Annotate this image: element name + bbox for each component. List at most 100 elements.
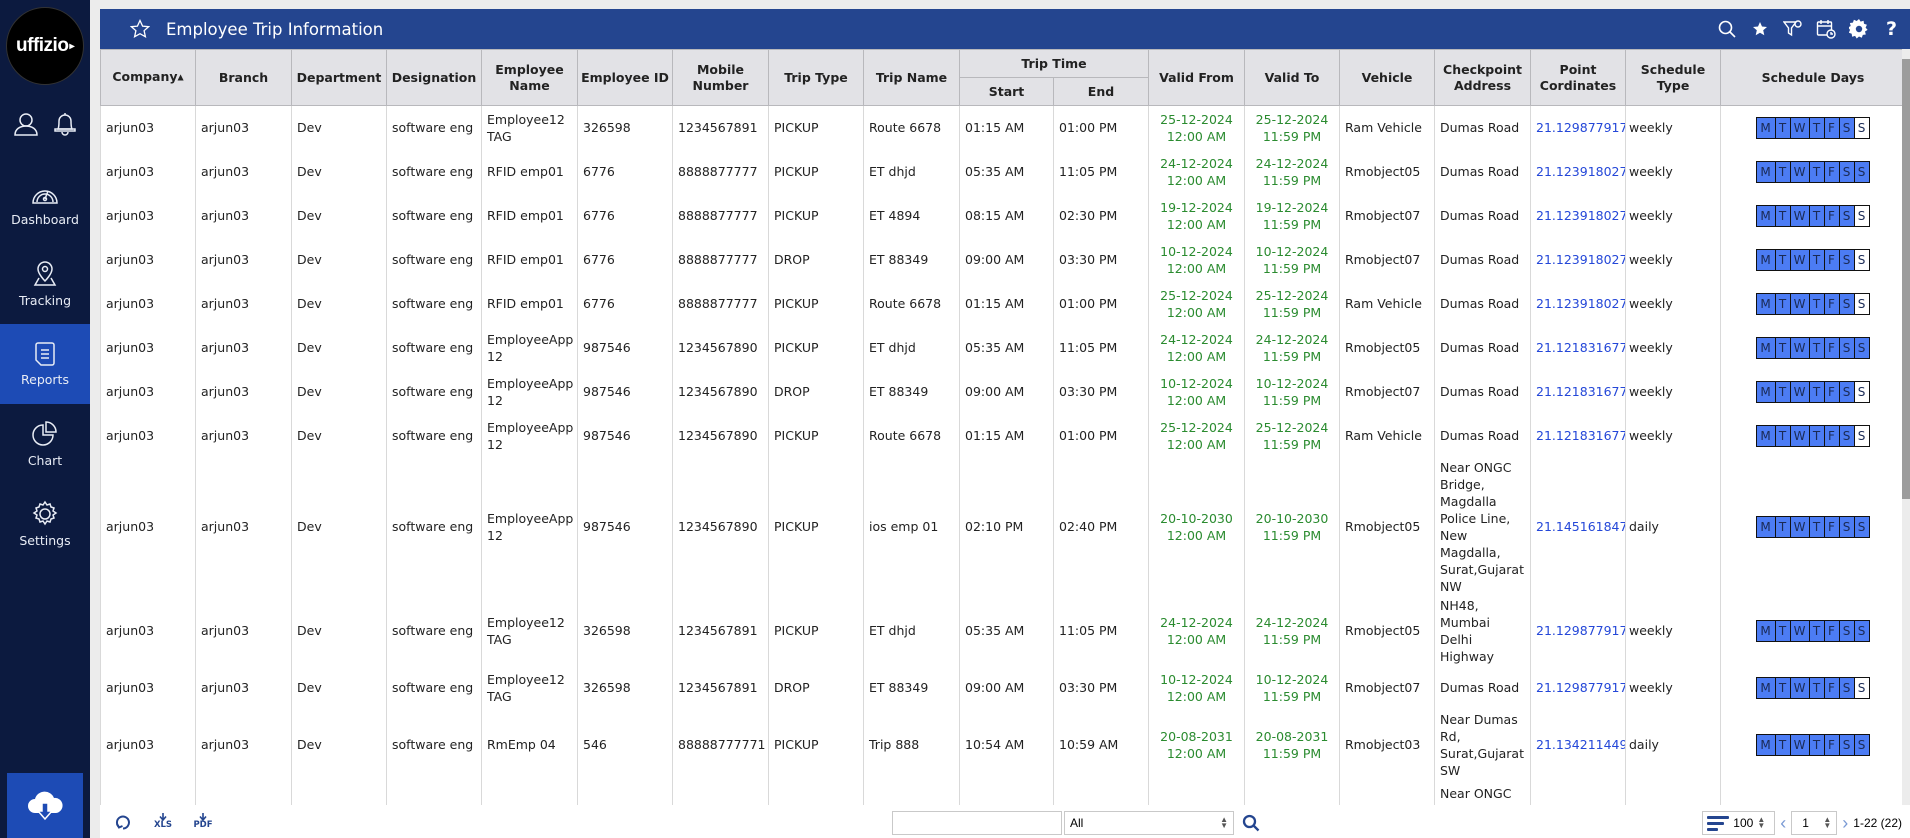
column-header-schedule-type[interactable]: Schedule Type <box>1625 49 1721 106</box>
table-row[interactable]: arjun03 arjun03 Dev software eng EmployeeApp… <box>100 325 1902 370</box>
column-header-branch[interactable]: Branch <box>195 49 292 106</box>
day-box: M <box>1755 248 1776 271</box>
day-box: T <box>1808 733 1825 756</box>
footer-search-input[interactable] <box>892 811 1062 835</box>
refresh-button[interactable] <box>112 814 134 830</box>
column-header-point-coordinates[interactable]: Point Cordinates <box>1530 49 1626 106</box>
cell-point-coordinates-link[interactable] <box>1530 779 1626 805</box>
column-header-trip-name[interactable]: Trip Name <box>863 49 960 106</box>
scrollbar-thumb[interactable] <box>1902 59 1910 499</box>
sidebar-item-settings[interactable]: Settings <box>0 484 90 564</box>
table-row[interactable]: arjun03 arjun03 Dev software eng EmployeeApp… <box>100 369 1902 414</box>
valid-to-time: 11:59 PM <box>1262 304 1322 320</box>
column-header-valid-from[interactable]: Valid From <box>1148 49 1245 106</box>
favorite-list-icon[interactable] <box>1743 20 1776 38</box>
gear-icon[interactable] <box>1842 19 1875 39</box>
sidebar-item-chart[interactable]: Chart <box>0 404 90 484</box>
day-box: T <box>1774 336 1791 359</box>
page-size-select[interactable]: 100 ▲ ▼ <box>1702 811 1776 835</box>
cell-point-coordinates-link[interactable]: 21.12391802733 <box>1530 193 1626 238</box>
cell-schedule-days: MTWTFSS <box>1720 413 1902 458</box>
brand-logo[interactable]: uffizio ▸ <box>6 7 84 85</box>
schedule-days-indicator: MTWTFSS <box>1726 619 1900 642</box>
search-icon[interactable] <box>1710 20 1743 38</box>
table-row[interactable]: arjun03 arjun03 Dev software eng RFID emp01 6… <box>100 149 1902 194</box>
table-row[interactable]: arjun03 arjun03 Dev software eng Employee12 … <box>100 665 1902 710</box>
column-header-employee-name[interactable]: Employee Name <box>481 49 578 106</box>
table-row[interactable]: arjun03 arjun03 Dev software eng Employee12 … <box>100 105 1902 150</box>
table-row[interactable]: arjun03 arjun03 Dev software eng RFID emp01 6… <box>100 193 1902 238</box>
help-icon[interactable]: ? <box>1875 18 1908 40</box>
cell-point-coordinates-link[interactable]: 21.12183167732 <box>1530 413 1626 458</box>
column-header-department[interactable]: Department <box>291 49 387 106</box>
table-row[interactable]: arjun03 arjun03 Dev software eng RFID emp01 6… <box>100 237 1902 282</box>
day-box: F <box>1823 336 1840 359</box>
calendar-schedule-icon[interactable] <box>1809 19 1842 39</box>
cell-trip-type: PICKUP <box>768 325 864 370</box>
search-icon <box>1242 814 1260 832</box>
cell-point-coordinates-link[interactable]: 21.12183167732 <box>1530 325 1626 370</box>
column-header-designation[interactable]: Designation <box>386 49 482 106</box>
column-header-trip-type[interactable]: Trip Type <box>768 49 864 106</box>
cell-valid-from: 24-12-2024 12:00 AM <box>1148 595 1245 666</box>
cell-mobile: 1234567890 <box>672 413 769 458</box>
export-pdf-button[interactable]: PDF <box>192 813 214 830</box>
favorite-star-icon[interactable] <box>130 19 150 39</box>
cell-point-coordinates-link[interactable]: 21.12391802733 <box>1530 281 1626 326</box>
download-center-button[interactable] <box>7 773 83 838</box>
cell-branch: arjun03 <box>195 457 292 596</box>
column-header-schedule-days[interactable]: Schedule Days <box>1720 49 1902 106</box>
cell-point-coordinates-link[interactable]: 21.12987791749 <box>1530 665 1626 710</box>
cell-point-coordinates-link[interactable]: 21.12987791749 <box>1530 595 1626 666</box>
day-box: S <box>1838 248 1855 271</box>
footer-search-button[interactable] <box>1242 814 1260 832</box>
footer-actions: XLS PDF <box>100 813 214 830</box>
next-page-button[interactable]: › <box>1842 813 1848 834</box>
cell-point-coordinates-link[interactable]: 21.13421144952 <box>1530 709 1626 780</box>
table-row[interactable]: arjun03 arjun03 Dev software eng EmployeeApp… <box>100 457 1902 596</box>
table-row[interactable]: arjun03 arjun03 Dev software eng RFID emp01 6… <box>100 281 1902 326</box>
filter-settings-icon[interactable] <box>1776 19 1809 39</box>
cell-schedule-type: weekly <box>1625 369 1721 414</box>
cell-designation: software eng <box>386 193 482 238</box>
cell-point-coordinates-link[interactable]: 21.12391802733 <box>1530 237 1626 282</box>
cell-end: 01:00 PM <box>1053 281 1149 326</box>
column-header-company[interactable]: Company▲ <box>100 49 196 106</box>
cell-point-coordinates-link[interactable]: 21.12391802733 <box>1530 149 1626 194</box>
cell-company: arjun03 <box>100 413 196 458</box>
column-header-vehicle[interactable]: Vehicle <box>1339 49 1435 106</box>
sidebar-item-dashboard[interactable]: Dashboard <box>0 164 90 244</box>
table-row[interactable]: arjun03 arjun03 Dev software eng Employee12 … <box>100 595 1902 666</box>
search-column-select[interactable]: All ▲ ▼ <box>1064 811 1234 835</box>
column-header-end[interactable]: End <box>1053 77 1149 106</box>
export-xls-button[interactable]: XLS <box>152 813 174 830</box>
previous-page-button[interactable]: ‹ <box>1780 813 1786 834</box>
cell-point-coordinates-link[interactable]: 21.12987791749 <box>1530 105 1626 150</box>
cell-company: arjun03 <box>100 237 196 282</box>
footer-search-group: All ▲ ▼ <box>892 811 1260 835</box>
vertical-scrollbar[interactable] <box>1902 49 1910 805</box>
cell-employee-name: RFID emp01 <box>481 149 578 194</box>
sidebar-item-reports[interactable]: Reports <box>0 324 90 404</box>
bell-icon[interactable] <box>51 110 79 138</box>
table-row[interactable]: arjun03 arjun03 Dev software eng EmployeeApp… <box>100 413 1902 458</box>
user-icon[interactable] <box>12 110 40 138</box>
column-header-mobile-number[interactable]: Mobile Number <box>672 49 769 106</box>
cell-point-coordinates-link[interactable]: 21.14516184751 <box>1530 457 1626 596</box>
cell-valid-to: 20-10-2030 11:59 PM <box>1244 457 1340 596</box>
cell-end: 03:30 PM <box>1053 237 1149 282</box>
cell-branch: arjun03 <box>195 281 292 326</box>
page-number-select[interactable]: 1 ▲ ▼ <box>1791 811 1838 835</box>
sidebar-item-tracking[interactable]: Tracking <box>0 244 90 324</box>
table-row[interactable]: arjun03 arjun03 Dev software eng RmEmp 04 546… <box>100 709 1902 780</box>
column-header-checkpoint-address[interactable]: Checkpoint Address <box>1434 49 1531 106</box>
cell-point-coordinates-link[interactable]: 21.12183167732 <box>1530 369 1626 414</box>
day-box: S <box>1838 204 1855 227</box>
cell-start: 10:54 AM <box>959 709 1054 780</box>
column-header-start[interactable]: Start <box>959 77 1054 106</box>
valid-to-date: 19-12-2024 <box>1255 199 1329 215</box>
column-header-valid-to[interactable]: Valid To <box>1244 49 1340 106</box>
day-box: M <box>1755 733 1776 756</box>
table-row[interactable]: Near ONGC Bridge, ... <box>100 779 1902 805</box>
column-header-employee-id[interactable]: Employee ID <box>577 49 673 106</box>
